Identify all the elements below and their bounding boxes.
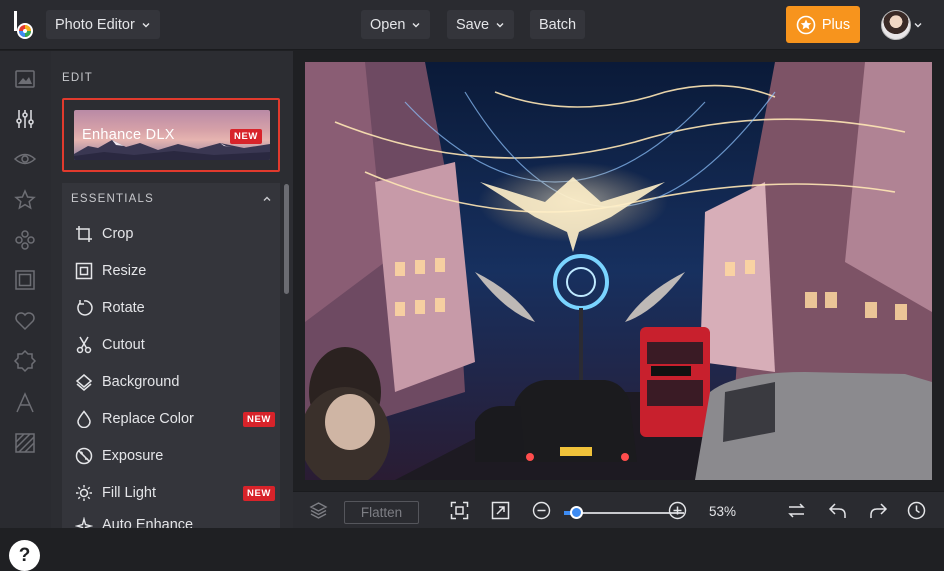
edit-panel: EDIT Enhance DLX NEW ESSENTIALS Crop Res… xyxy=(51,51,293,528)
frame-icon[interactable] xyxy=(13,268,37,292)
befunky-logo-icon[interactable] xyxy=(10,9,38,41)
rotate-icon xyxy=(77,299,93,316)
exposure-icon xyxy=(75,447,93,464)
tool-label: Replace Color xyxy=(102,410,194,427)
tool-cutout[interactable]: Cutout xyxy=(62,326,280,363)
tool-fill-light[interactable]: Fill Light NEW xyxy=(62,474,280,511)
enhance-dlx-highlight[interactable]: Enhance DLX NEW xyxy=(62,98,280,172)
tool-background[interactable]: Background xyxy=(62,363,280,400)
star-badge-icon xyxy=(796,15,816,34)
resize-icon xyxy=(75,262,93,279)
tool-crop[interactable]: Crop xyxy=(62,215,280,252)
undo-icon[interactable] xyxy=(828,501,847,520)
chevron-down-icon[interactable] xyxy=(913,20,923,30)
photo-editor-menu[interactable]: Photo Editor xyxy=(46,10,160,39)
zoom-slider-handle[interactable] xyxy=(570,506,583,519)
new-badge: NEW xyxy=(243,486,275,501)
sun-icon xyxy=(76,484,92,501)
save-menu-button[interactable]: Save xyxy=(447,10,515,39)
bottom-toolbar: Flatten 53% xyxy=(293,491,944,528)
background-icon xyxy=(75,373,93,391)
edit-panel-title: EDIT xyxy=(62,72,93,84)
expand-icon[interactable] xyxy=(491,501,510,520)
save-label: Save xyxy=(456,16,490,33)
eye-icon[interactable] xyxy=(13,147,37,171)
scissors-icon xyxy=(76,336,92,353)
zoom-level-label: 53% xyxy=(709,504,737,519)
new-badge: NEW xyxy=(243,412,275,427)
tool-label: Exposure xyxy=(102,447,164,464)
tool-label: Resize xyxy=(102,262,147,279)
panel-scrollbar[interactable] xyxy=(284,184,289,294)
photo-editor-label: Photo Editor xyxy=(55,16,135,33)
left-tool-rail: ? xyxy=(0,51,51,571)
zoom-in-icon[interactable] xyxy=(668,501,687,520)
sliders-icon[interactable] xyxy=(13,107,37,131)
image-icon[interactable] xyxy=(13,67,37,91)
plus-label: Plus xyxy=(821,16,851,33)
tool-rotate[interactable]: Rotate xyxy=(62,289,280,326)
tool-label: Background xyxy=(102,373,180,390)
compare-icon[interactable] xyxy=(787,501,806,520)
enhance-dlx-card[interactable]: Enhance DLX NEW xyxy=(74,110,270,160)
history-icon[interactable] xyxy=(907,501,926,520)
photo-canvas[interactable] xyxy=(305,62,932,480)
tool-label: Cutout xyxy=(102,336,145,353)
crop-icon xyxy=(76,225,92,242)
batch-label: Batch xyxy=(539,16,577,33)
top-toolbar: Photo Editor Open Save Batch Plus xyxy=(0,0,944,50)
fit-to-screen-icon[interactable] xyxy=(450,501,469,520)
stickers-icon[interactable] xyxy=(13,228,37,252)
chevron-up-icon[interactable] xyxy=(262,194,272,204)
enhance-dlx-label: Enhance DLX xyxy=(82,127,175,143)
tool-label: Crop xyxy=(102,225,134,242)
chevron-down-icon xyxy=(142,22,150,27)
drop-icon xyxy=(77,409,91,428)
layers-icon[interactable] xyxy=(309,501,328,520)
tool-label: Rotate xyxy=(102,299,145,316)
street-lights-photo xyxy=(305,62,932,480)
tool-exposure[interactable]: Exposure xyxy=(62,437,280,474)
help-button[interactable]: ? xyxy=(9,540,40,571)
open-menu-button[interactable]: Open xyxy=(361,10,431,39)
tool-label: Fill Light xyxy=(102,484,156,501)
star-icon[interactable] xyxy=(13,188,37,212)
essentials-title: ESSENTIALS xyxy=(71,193,154,205)
flatten-button[interactable]: Flatten xyxy=(344,501,419,524)
essentials-section: ESSENTIALS Crop Resize Rotate Cutout Bac… xyxy=(62,183,280,528)
canvas-area xyxy=(293,51,944,491)
batch-button[interactable]: Batch xyxy=(530,10,586,39)
open-label: Open xyxy=(370,16,406,33)
tool-resize[interactable]: Resize xyxy=(62,252,280,289)
redo-icon[interactable] xyxy=(869,501,888,520)
plus-upgrade-button[interactable]: Plus xyxy=(786,6,860,43)
new-badge: NEW xyxy=(230,129,262,144)
badge-icon[interactable] xyxy=(13,349,37,373)
auto-enhance-icon xyxy=(75,517,93,528)
tool-auto-enhance[interactable]: Auto Enhance xyxy=(62,511,280,528)
heart-icon[interactable] xyxy=(13,309,37,333)
texture-icon[interactable] xyxy=(13,431,37,455)
tool-label: Auto Enhance xyxy=(102,517,194,528)
chevron-down-icon xyxy=(496,22,504,27)
zoom-out-icon[interactable] xyxy=(532,501,551,520)
user-avatar[interactable] xyxy=(881,10,911,40)
tool-replace-color[interactable]: Replace Color NEW xyxy=(62,400,280,437)
text-icon[interactable] xyxy=(13,391,37,415)
chevron-down-icon xyxy=(412,22,420,27)
